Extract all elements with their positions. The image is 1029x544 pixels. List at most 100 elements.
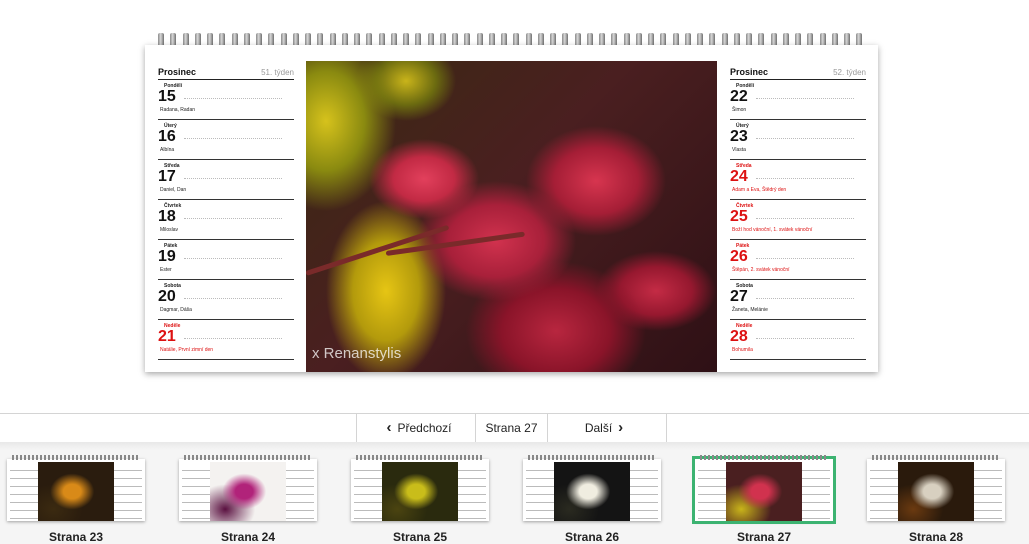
- thumbnail-label[interactable]: Strana 24: [179, 530, 317, 544]
- thumbnail-spiral: [12, 455, 140, 460]
- name-day: Dagmar, Dáša: [160, 307, 192, 313]
- thumbnail-week-column: [974, 463, 1002, 519]
- thumbnail-week-column: [458, 463, 486, 519]
- thumbnail-week-column: [698, 463, 726, 519]
- thumbnail-spiral: [184, 455, 312, 460]
- thumbnail-week-column: [114, 463, 142, 519]
- day-row: Pátek 19 Ester: [158, 240, 294, 280]
- name-day: Žaneta, Melánie: [732, 307, 768, 313]
- note-line: [184, 298, 282, 299]
- day-number: 27: [730, 288, 748, 305]
- note-line: [756, 98, 854, 99]
- page-label: Strana 27: [485, 420, 538, 435]
- name-day: Vlasta: [732, 147, 746, 153]
- thumbnail-label[interactable]: Strana 25: [351, 530, 489, 544]
- thumbnail-label[interactable]: Strana 26: [523, 530, 661, 544]
- note-line: [756, 138, 854, 139]
- photo-credit: x Renanstylis: [312, 345, 402, 362]
- note-line: [184, 138, 282, 139]
- thumbnail-week-column: [286, 463, 314, 519]
- page-thumbnail[interactable]: [692, 455, 836, 524]
- day-row: Úterý 16 Albína: [158, 120, 294, 160]
- thumbnail-image: [382, 462, 458, 521]
- day-number: 24: [730, 168, 748, 185]
- day-row: Pondělí 22 Šimon: [730, 80, 866, 120]
- day-number: 17: [158, 168, 176, 185]
- day-number: 21: [158, 328, 176, 345]
- day-number: 25: [730, 208, 748, 225]
- thumbnail-label[interactable]: Strana 27: [695, 530, 833, 544]
- name-day: Boží hod vánoční, 1. svátek vánoční: [732, 227, 813, 233]
- week-left: Prosinec 51. týden Pondělí 15 Radana, Rada…: [145, 45, 306, 372]
- thumbnail-spiral: [356, 455, 484, 460]
- calendar-page: Prosinec 51. týden Pondělí 15 Radana, Rada…: [145, 45, 878, 372]
- name-day: Daniel, Dan: [160, 187, 187, 193]
- previous-page-button[interactable]: ‹ Předchozí: [357, 413, 476, 442]
- page-thumbnail[interactable]: [523, 455, 661, 521]
- day-number: 23: [730, 128, 748, 145]
- thumbnail-week-column: [182, 463, 210, 519]
- previous-label: Předchozí: [397, 420, 452, 435]
- name-day: Štěpán, 2. svátek vánoční: [732, 267, 790, 273]
- name-day: Natálie, První zimní den: [160, 347, 214, 353]
- calendar-viewer: Prosinec 51. týden Pondělí 15 Radana, Rada…: [0, 0, 1029, 544]
- month-title: Prosinec: [158, 67, 197, 77]
- note-line: [184, 98, 282, 99]
- day-row: Středa 17 Daniel, Dan: [158, 160, 294, 200]
- note-line: [756, 178, 854, 179]
- calendar-photo: x Renanstylis: [306, 61, 717, 372]
- day-number: 28: [730, 328, 748, 345]
- note-line: [756, 258, 854, 259]
- thumbnail-spiral: [872, 455, 1000, 460]
- week-left-header: Prosinec 51. týden: [158, 67, 294, 80]
- day-row: Neděle 28 Bohumila: [730, 320, 866, 360]
- page-thumbnail[interactable]: [179, 455, 317, 521]
- week-right: Prosinec 52. týden Pondělí 22 Šimon Úterý 23…: [717, 45, 878, 372]
- name-day: Ester: [160, 267, 172, 273]
- month-title: Prosinec: [730, 67, 769, 77]
- day-number: 19: [158, 248, 176, 265]
- thumbnail-week-column: [630, 463, 658, 519]
- note-line: [756, 218, 854, 219]
- name-day: Bohumila: [732, 347, 753, 353]
- name-day: Šimon: [732, 107, 747, 113]
- chevron-right-icon: ›: [618, 418, 624, 436]
- thumbnail-label[interactable]: Strana 23: [7, 530, 145, 544]
- day-row: Středa 24 Adam a Eva, Štědrý den: [730, 160, 866, 200]
- day-number: 15: [158, 88, 176, 105]
- day-number: 18: [158, 208, 176, 225]
- day-row: Neděle 21 Natálie, První zimní den: [158, 320, 294, 360]
- page-thumbnail[interactable]: [867, 455, 1005, 521]
- thumbnail-spiral: [700, 455, 828, 460]
- day-row: Sobota 20 Dagmar, Dáša: [158, 280, 294, 320]
- day-row: Úterý 23 Vlasta: [730, 120, 866, 160]
- page-thumbnail[interactable]: [7, 455, 145, 521]
- note-line: [184, 218, 282, 219]
- page-thumbnail[interactable]: [351, 455, 489, 521]
- thumbnail-week-column: [526, 463, 554, 519]
- day-number: 26: [730, 248, 748, 265]
- page-navigation: ‹ Předchozí Strana 27 Další ›: [356, 413, 667, 442]
- day-number: 16: [158, 128, 176, 145]
- thumbnail-week-column: [354, 463, 382, 519]
- note-line: [184, 338, 282, 339]
- note-line: [184, 258, 282, 259]
- orchid-stem: [385, 231, 525, 256]
- thumbnail-image: [38, 462, 114, 521]
- thumbnail-image: [210, 462, 286, 521]
- thumbnail-image: [554, 462, 630, 521]
- name-day: Adam a Eva, Štědrý den: [732, 187, 787, 193]
- name-day: Miloslav: [160, 227, 179, 233]
- thumbnail-week-column: [10, 463, 38, 519]
- day-row: Čtvrtek 25 Boží hod vánoční, 1. svátek ván…: [730, 200, 866, 240]
- thumbnail-label[interactable]: Strana 28: [867, 530, 1005, 544]
- name-day: Albína: [160, 147, 175, 153]
- day-list: Pondělí 15 Radana, Radan Úterý 16 Albína Střed…: [158, 80, 294, 360]
- name-day: Radana, Radan: [160, 107, 196, 113]
- day-row: Čtvrtek 18 Miloslav: [158, 200, 294, 240]
- week-right-header: Prosinec 52. týden: [730, 67, 866, 80]
- next-page-button[interactable]: Další ›: [548, 413, 666, 442]
- thumbnail-week-column: [870, 463, 898, 519]
- current-page-indicator: Strana 27: [476, 413, 548, 442]
- thumbnail-image: [898, 462, 974, 521]
